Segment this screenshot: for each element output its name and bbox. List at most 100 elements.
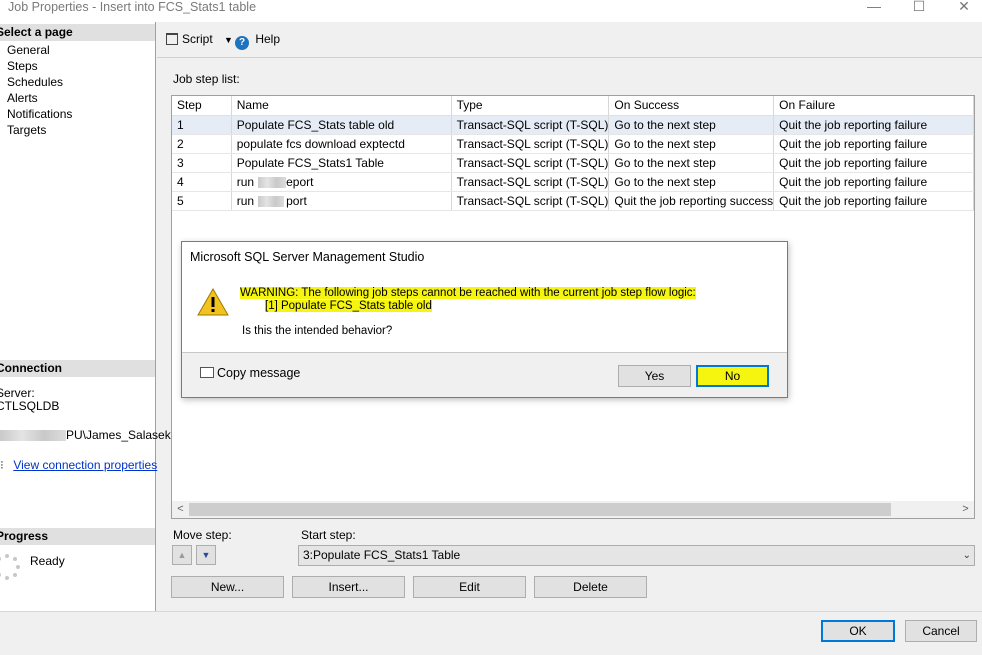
- page-item-alerts[interactable]: Alerts: [7, 90, 72, 106]
- highlighted-warning-line: WARNING: The following job steps cannot …: [240, 287, 696, 299]
- chevron-down-icon: ⌄: [962, 550, 971, 561]
- copy-message-button[interactable]: Copy message: [200, 366, 300, 380]
- column-header-type[interactable]: Type: [451, 96, 610, 116]
- scroll-thumb[interactable]: [189, 503, 891, 516]
- window-title-bar: Job Properties - Insert into FCS_Stats1 …: [0, 0, 982, 22]
- cell-type: Transact-SQL script (T-SQL): [451, 115, 610, 135]
- insert-step-button[interactable]: Insert...: [292, 576, 405, 598]
- move-up-button[interactable]: ▲: [172, 545, 192, 565]
- close-button[interactable]: ✕: [942, 0, 982, 14]
- footer-divider: [0, 611, 982, 612]
- scroll-left-icon[interactable]: <: [172, 501, 189, 518]
- column-header-on-success[interactable]: On Success: [608, 96, 775, 116]
- cell-name: run C port: [231, 191, 452, 211]
- column-header-step[interactable]: Step: [172, 96, 232, 116]
- cell-type: Transact-SQL script (T-SQL): [451, 172, 610, 192]
- page-item-general[interactable]: General: [7, 42, 72, 58]
- delete-step-button[interactable]: Delete: [534, 576, 647, 598]
- job-step-list-label: Job step list:: [173, 72, 240, 86]
- highlighted-step-line: [1] Populate FCS_Stats table old: [265, 300, 432, 312]
- progress-spinner-icon: [0, 554, 20, 580]
- cell-type: Transact-SQL script (T-SQL): [451, 153, 610, 173]
- redacted-text: [257, 176, 286, 188]
- connection-value: PU\James_Salasek: [0, 428, 171, 442]
- table-row[interactable]: 4 run C eport Transact-SQL script (T-SQL…: [172, 172, 974, 192]
- redacted-text: [0, 430, 66, 442]
- script-icon: [166, 33, 178, 45]
- cancel-button[interactable]: Cancel: [905, 620, 977, 642]
- cell-name: run C eport: [231, 172, 452, 192]
- warning-icon: [197, 288, 229, 316]
- scroll-right-icon[interactable]: >: [957, 501, 974, 518]
- cell-on-failure: Quit the job reporting failure: [773, 115, 974, 135]
- cell-step: 1: [172, 115, 232, 135]
- connection-properties-icon: ⁝: [0, 458, 4, 472]
- dialog-title: Microsoft SQL Server Management Studio: [182, 242, 787, 273]
- horizontal-scrollbar[interactable]: < >: [172, 501, 974, 518]
- warning-dialog: Microsoft SQL Server Management Studio W…: [181, 241, 788, 398]
- warning-text: WARNING: The following job steps cannot …: [240, 287, 696, 299]
- server-label: Server:: [0, 386, 35, 400]
- connection-header: Connection: [0, 360, 155, 377]
- cell-type: Transact-SQL script (T-SQL): [451, 134, 610, 154]
- cell-on-failure: Quit the job reporting failure: [773, 172, 974, 192]
- minimize-button[interactable]: —: [852, 0, 896, 14]
- dialog-question: Is this the intended behavior?: [242, 325, 393, 337]
- page-item-notifications[interactable]: Notifications: [7, 106, 72, 122]
- cell-on-failure: Quit the job reporting failure: [773, 134, 974, 154]
- cell-on-success: Go to the next step: [608, 115, 775, 135]
- edit-step-button[interactable]: Edit: [413, 576, 526, 598]
- move-step-label: Move step:: [173, 528, 232, 542]
- job-step-table: Step Name Type On Success On Failure 1 P…: [172, 96, 974, 211]
- column-header-name[interactable]: Name: [231, 96, 452, 116]
- table-row[interactable]: 3 Populate FCS_Stats1 Table Transact-SQL…: [172, 153, 974, 173]
- progress-status: Ready: [30, 554, 65, 568]
- progress-header: Progress: [0, 528, 155, 545]
- script-button[interactable]: Script ▼: [166, 32, 233, 46]
- toolbar: Script ▼ ? Help: [157, 22, 982, 58]
- cell-step: 2: [172, 134, 232, 154]
- select-page-header: Select a page: [0, 24, 155, 41]
- arrow-down-icon: ▼: [201, 550, 211, 560]
- help-button[interactable]: ? Help: [235, 32, 280, 50]
- cell-step: 4: [172, 172, 232, 192]
- page-list: General Steps Schedules Alerts Notificat…: [7, 42, 72, 138]
- start-step-select[interactable]: 3:Populate FCS_Stats1 Table ⌄: [298, 545, 975, 566]
- maximize-button[interactable]: ☐: [897, 0, 941, 14]
- arrow-up-icon: ▲: [177, 550, 187, 560]
- column-header-on-failure[interactable]: On Failure: [773, 96, 974, 116]
- cell-on-success: Go to the next step: [608, 134, 775, 154]
- copy-icon: [200, 367, 214, 378]
- cell-on-success: Go to the next step: [608, 153, 775, 173]
- cell-step: 3: [172, 153, 232, 173]
- ok-button[interactable]: OK: [821, 620, 895, 642]
- cell-on-success: Quit the job reporting success: [608, 191, 775, 211]
- no-button[interactable]: No: [696, 365, 769, 387]
- table-row[interactable]: 1 Populate FCS_Stats table old Transact-…: [172, 115, 974, 135]
- cell-type: Transact-SQL script (T-SQL): [451, 191, 610, 211]
- cell-on-failure: Quit the job reporting failure: [773, 191, 974, 211]
- table-row[interactable]: 5 run C port Transact-SQL script (T-SQL)…: [172, 191, 974, 211]
- redacted-text: [257, 195, 284, 207]
- page-item-targets[interactable]: Targets: [7, 122, 72, 138]
- cell-name: populate fcs download exptectd: [231, 134, 452, 154]
- page-item-steps[interactable]: Steps: [7, 58, 72, 74]
- cell-on-success: Go to the next step: [608, 172, 775, 192]
- move-down-button[interactable]: ▼: [196, 545, 216, 565]
- unreachable-step-text: [1] Populate FCS_Stats table old: [265, 300, 432, 312]
- toolbar-divider: [157, 57, 982, 58]
- table-header-row: Step Name Type On Success On Failure: [172, 96, 974, 116]
- cell-name: Populate FCS_Stats table old: [231, 115, 452, 135]
- server-value: CTLSQLDB: [0, 399, 60, 413]
- chevron-down-icon: ▼: [224, 35, 233, 45]
- new-step-button[interactable]: New...: [171, 576, 284, 598]
- page-item-schedules[interactable]: Schedules: [7, 74, 72, 90]
- window-title: Job Properties - Insert into FCS_Stats1 …: [8, 0, 257, 14]
- start-step-label: Start step:: [301, 528, 356, 542]
- cell-on-failure: Quit the job reporting failure: [773, 153, 974, 173]
- dialog-body: WARNING: The following job steps cannot …: [182, 273, 787, 353]
- table-row[interactable]: 2 populate fcs download exptectd Transac…: [172, 134, 974, 154]
- yes-button[interactable]: Yes: [618, 365, 691, 387]
- help-icon: ?: [235, 36, 249, 50]
- view-connection-properties[interactable]: ⁝ View connection properties: [0, 458, 157, 472]
